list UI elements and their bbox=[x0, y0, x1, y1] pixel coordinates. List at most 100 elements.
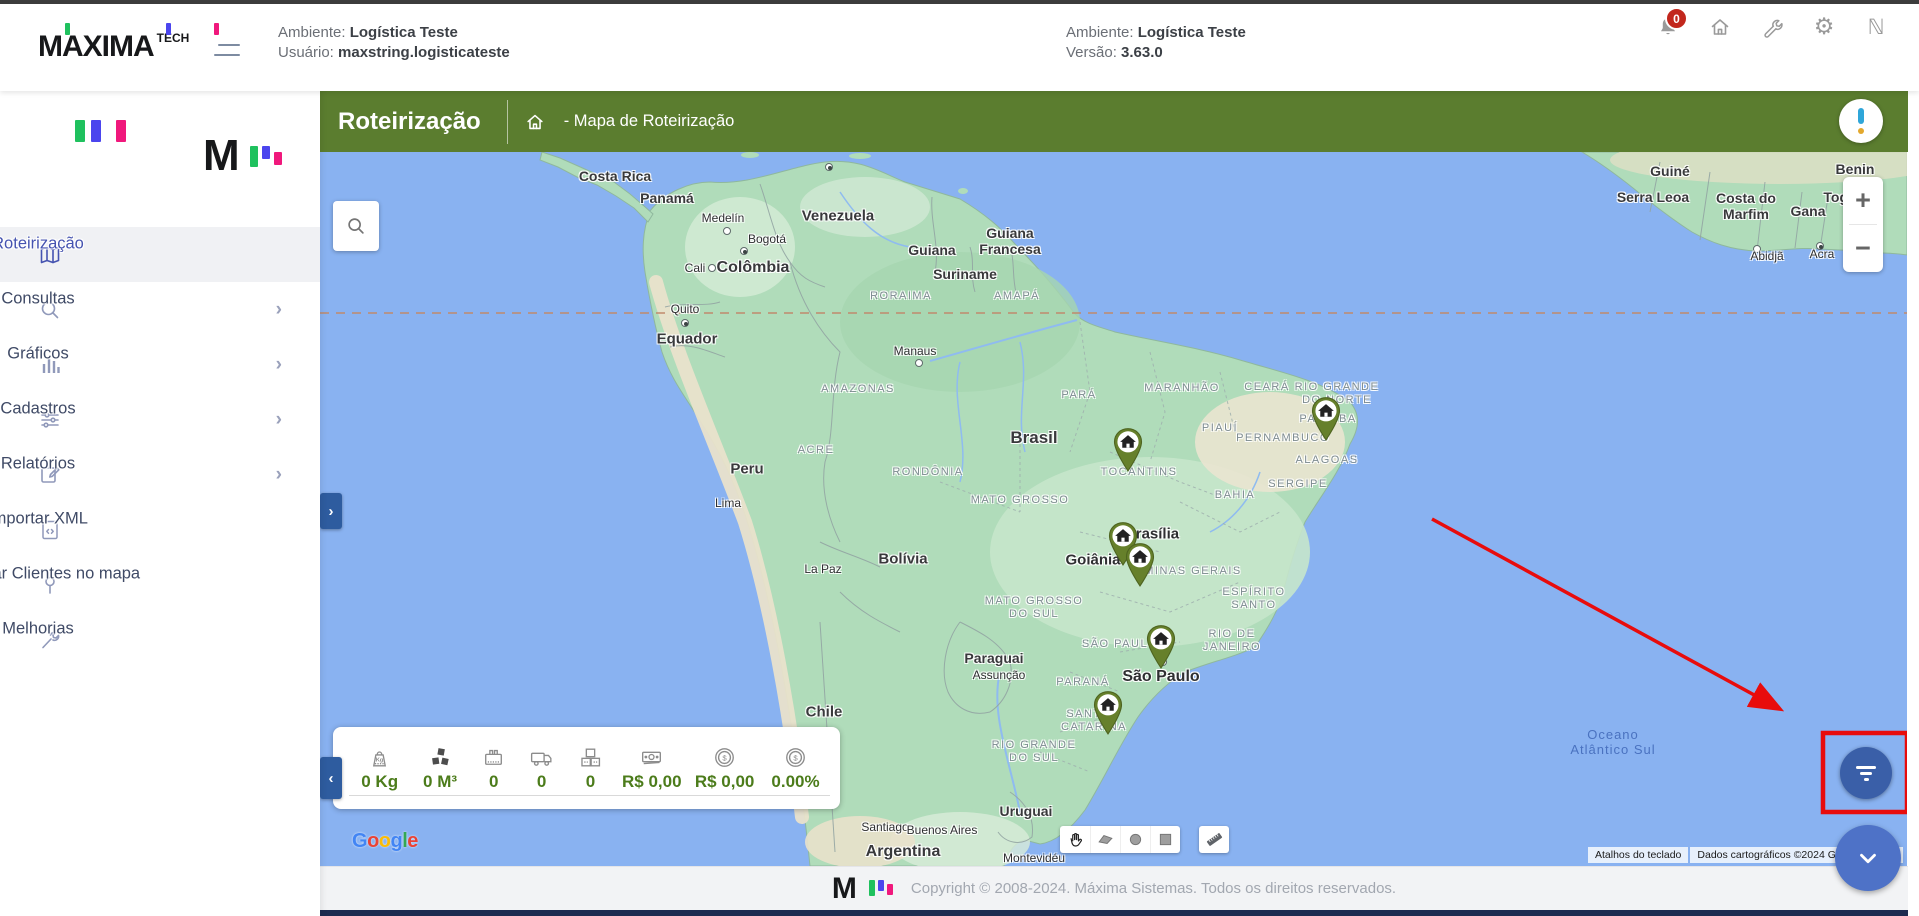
state-label: RIO DE bbox=[1208, 628, 1256, 640]
sidebar-item-roteiriza-o[interactable]: Roteirização bbox=[0, 227, 320, 282]
sidebar-item-label: Importar XML bbox=[0, 509, 88, 528]
state-label: RORAIMA bbox=[870, 290, 932, 302]
citie-label: Acra bbox=[1809, 247, 1835, 261]
alert-button[interactable] bbox=[1839, 99, 1883, 143]
state-label: PARÁ bbox=[1061, 389, 1097, 401]
countrie-label: Guiana bbox=[986, 225, 1034, 241]
draw-rectangle-button[interactable] bbox=[1150, 826, 1180, 853]
state-label: ACRE bbox=[797, 444, 835, 456]
state-label: RIO GRANDE bbox=[991, 739, 1077, 751]
map-search-button[interactable] bbox=[333, 201, 379, 251]
footer-m-logo: M bbox=[831, 871, 857, 905]
version-value: 3.63.0 bbox=[1121, 44, 1163, 61]
env-info-left: Ambiente: Logística Teste Usuário: maxst… bbox=[278, 23, 510, 63]
state-label: MATO GROSSO bbox=[984, 595, 1084, 607]
chevron-right-icon: › bbox=[275, 408, 282, 430]
brand-tick-pink bbox=[214, 23, 219, 35]
svg-text:$: $ bbox=[793, 753, 798, 762]
brand-tick-blue bbox=[166, 23, 171, 35]
sidebar-item-label: Roteirização bbox=[0, 234, 84, 253]
sidebar-item-label: Visualizar Clientes no mapa bbox=[0, 564, 141, 583]
divider bbox=[506, 99, 508, 144]
chevron-right-icon: › bbox=[328, 502, 334, 520]
routing-map[interactable]: RORAIMA AMAPÁ AMAZONAS PARÁ MARANHÃO CEARÁ RIO… bbox=[320, 152, 1907, 866]
filter-button[interactable] bbox=[1840, 747, 1892, 799]
total-weight-stat: Kg 0 Kg bbox=[349, 743, 411, 796]
state-label: ESPÍRITO bbox=[1222, 586, 1286, 598]
client-map-marker[interactable] bbox=[1123, 542, 1157, 587]
pan-hand-button[interactable] bbox=[1060, 826, 1090, 853]
chevron-right-icon: › bbox=[275, 298, 282, 320]
citie-label: La Paz bbox=[804, 562, 842, 576]
user-label: Usuário: bbox=[278, 44, 334, 61]
draw-circle-button[interactable] bbox=[1120, 826, 1150, 853]
env-label: Ambiente: bbox=[1066, 24, 1134, 41]
brand-tick-green bbox=[65, 23, 70, 35]
client-map-marker[interactable] bbox=[1111, 427, 1145, 472]
coin-icon: $ bbox=[711, 743, 738, 771]
countrie-label: Suriname bbox=[933, 266, 997, 282]
integrations-icon[interactable]: ℕ bbox=[1863, 14, 1889, 40]
sidebar-item-consultas[interactable]: Consultas › bbox=[0, 282, 320, 337]
brand-suffix: TECH bbox=[156, 31, 190, 45]
brand-text: MAXIMA bbox=[38, 30, 155, 63]
sidebar-item-melhorias[interactable]: Melhorias bbox=[0, 612, 320, 667]
filter-icon bbox=[1856, 765, 1876, 781]
client-map-marker[interactable] bbox=[1309, 396, 1343, 441]
citie-label: Montevidéu bbox=[1002, 851, 1066, 865]
sidebar-item-gr-ficos[interactable]: Gráficos › bbox=[0, 337, 320, 392]
chevron-left-icon: ‹ bbox=[328, 769, 334, 787]
citie-label: Cali bbox=[684, 261, 706, 275]
zoom-out-button[interactable]: − bbox=[1843, 225, 1883, 272]
env-value: Logística Teste bbox=[1137, 24, 1246, 41]
draw-toolbar bbox=[1060, 826, 1229, 853]
stat-value: 0 Kg bbox=[361, 771, 399, 791]
totals-bar: Kg 0 Kg 0 M³ 0 0 0 R$ 0,00 $ R$ 0,00 $0.00% bbox=[333, 727, 840, 809]
countrie-label: Costa Rica bbox=[578, 168, 652, 184]
keyboard-shortcuts-link[interactable]: Atalhos do teclado bbox=[1588, 847, 1689, 863]
sidebar-nav: Roteirização Consultas › Gráficos › Cadastros… bbox=[0, 227, 320, 667]
totals-collapse-button[interactable]: ‹ bbox=[320, 757, 342, 799]
sidebar-logo-bars bbox=[75, 120, 126, 142]
state-label: PARANÁ bbox=[1056, 676, 1110, 688]
sidebar-item-relat-rios[interactable]: Relatórios › bbox=[0, 447, 320, 502]
user-value: maxstring.logisticateste bbox=[338, 44, 510, 61]
weight-icon: Kg bbox=[366, 743, 393, 771]
client-map-marker[interactable] bbox=[1091, 690, 1125, 735]
citie-label: Buenos Aires bbox=[906, 823, 978, 837]
sidebar-item-visualizar-clientes-no-mapa[interactable]: Visualizar Clientes no mapa bbox=[0, 557, 320, 612]
sidebar-item-label: Relatórios bbox=[0, 454, 76, 473]
gear-icon[interactable]: ⚙ bbox=[1811, 14, 1837, 40]
countrie-label: Argentina bbox=[865, 843, 941, 860]
home-icon[interactable] bbox=[1707, 14, 1733, 40]
state-label: JANEIRO bbox=[1202, 641, 1262, 653]
state-label: SANTO bbox=[1231, 599, 1277, 611]
breadcrumb-home-icon[interactable] bbox=[524, 111, 546, 133]
measure-ruler-button[interactable] bbox=[1199, 826, 1229, 853]
maxima-logo[interactable]: MAXIMA TECH bbox=[38, 23, 219, 64]
sidebar-item-label: Cadastros bbox=[0, 399, 76, 418]
exclamation-icon bbox=[1858, 108, 1864, 134]
stat-value: 0 bbox=[585, 771, 596, 791]
draw-polygon-button[interactable] bbox=[1090, 826, 1120, 853]
stat-underline bbox=[565, 794, 616, 796]
countrie-label: Panamá bbox=[640, 190, 694, 206]
stat-underline bbox=[349, 794, 411, 796]
scroll-down-fab[interactable] bbox=[1835, 825, 1901, 891]
citie-label: Abidjã bbox=[1750, 249, 1784, 263]
sidebar-item-importar-xml[interactable]: Importar XML bbox=[0, 502, 320, 557]
sidebar-item-label: Melhorias bbox=[2, 619, 74, 638]
google-logo[interactable]: Google bbox=[352, 830, 418, 853]
city-dot bbox=[740, 247, 748, 255]
client-map-marker[interactable] bbox=[1144, 624, 1178, 669]
citie-label: Lima bbox=[714, 496, 742, 510]
sidebar: M Roteirização Consultas › Gráficos › Cadastr… bbox=[0, 91, 320, 916]
sidebar-item-cadastros[interactable]: Cadastros › bbox=[0, 392, 320, 447]
state-label: BAHIA bbox=[1214, 489, 1256, 501]
wrench-icon[interactable] bbox=[1759, 14, 1785, 40]
panel-expand-button[interactable]: › bbox=[320, 493, 342, 529]
zoom-in-button[interactable]: + bbox=[1843, 177, 1883, 224]
stat-underline bbox=[688, 794, 762, 796]
menu-toggle-icon[interactable] bbox=[214, 40, 240, 62]
bell-icon[interactable]: 0 bbox=[1655, 7, 1688, 40]
